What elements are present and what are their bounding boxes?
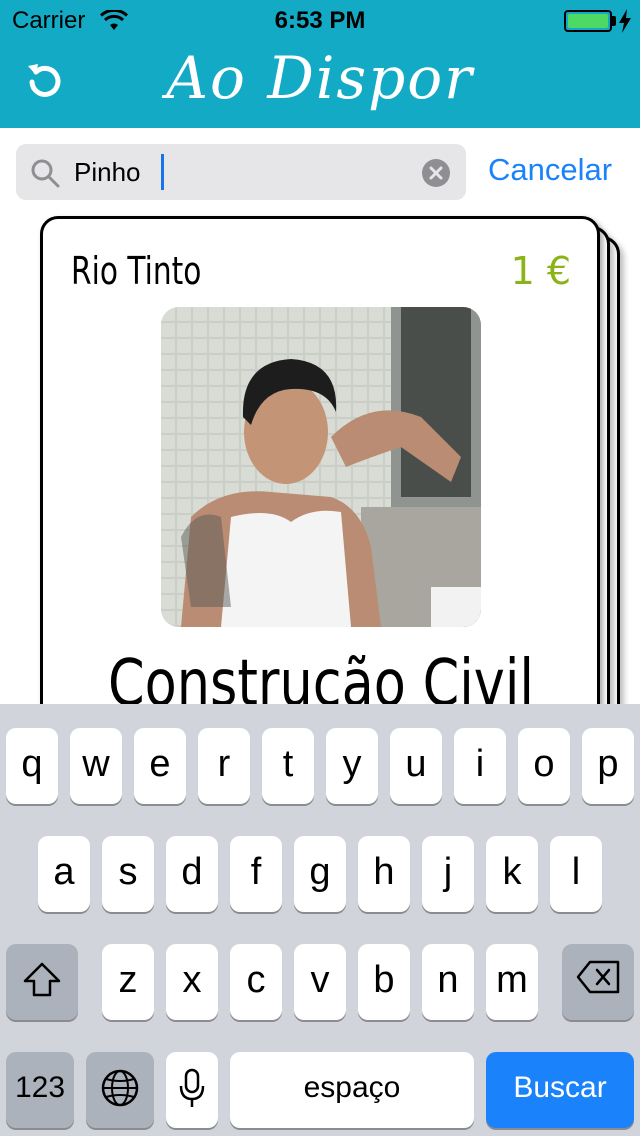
key-v[interactable]: v (294, 944, 346, 1020)
nav-bar: Ao Dispor (0, 40, 640, 128)
key-z[interactable]: z (102, 944, 154, 1020)
key-x[interactable]: x (166, 944, 218, 1020)
key-r[interactable]: r (198, 728, 250, 804)
shift-icon (23, 962, 61, 997)
key-u[interactable]: u (390, 728, 442, 804)
space-key[interactable]: espaço (230, 1052, 474, 1128)
key-d[interactable]: d (166, 836, 218, 912)
numbers-key[interactable]: 123 (6, 1052, 74, 1128)
status-bar: Carrier 6:53 PM (0, 0, 640, 40)
key-c[interactable]: c (230, 944, 282, 1020)
card-price: 1 € (510, 249, 571, 293)
charging-bolt-icon (619, 9, 631, 33)
dictation-key[interactable] (166, 1052, 218, 1128)
key-a[interactable]: a (38, 836, 90, 912)
delete-key[interactable] (562, 944, 634, 1020)
key-h[interactable]: h (358, 836, 410, 912)
key-s[interactable]: s (102, 836, 154, 912)
card-location: Rio Tinto (71, 249, 202, 293)
search-field[interactable] (16, 144, 466, 200)
battery-level (568, 14, 608, 28)
search-icon (31, 159, 60, 188)
text-cursor (161, 154, 164, 190)
key-m[interactable]: m (486, 944, 538, 1020)
battery-icon (564, 10, 612, 32)
search-return-key[interactable]: Buscar (486, 1052, 634, 1128)
globe-key[interactable] (86, 1052, 154, 1128)
key-k[interactable]: k (486, 836, 538, 912)
key-p[interactable]: p (582, 728, 634, 804)
search-input[interactable] (74, 155, 414, 189)
key-y[interactable]: y (326, 728, 378, 804)
key-f[interactable]: f (230, 836, 282, 912)
key-o[interactable]: o (518, 728, 570, 804)
battery-tip (612, 16, 616, 26)
cancel-button[interactable]: Cancelar (488, 152, 612, 188)
clear-icon[interactable] (422, 159, 450, 187)
key-g[interactable]: g (294, 836, 346, 912)
status-time: 6:53 PM (274, 7, 366, 34)
key-j[interactable]: j (422, 836, 474, 912)
globe-icon (101, 1069, 139, 1107)
keyboard: qwertyuiop asdfghjkl zxcvbnm 123 espaço (0, 704, 640, 1136)
key-n[interactable]: n (422, 944, 474, 1020)
key-w[interactable]: w (70, 728, 122, 804)
app-title: Ao Dispor (166, 44, 474, 112)
search-bar: Cancelar (0, 128, 640, 214)
key-e[interactable]: e (134, 728, 186, 804)
microphone-icon (179, 1068, 205, 1107)
key-i[interactable]: i (454, 728, 506, 804)
key-q[interactable]: q (6, 728, 58, 804)
shift-key[interactable] (6, 944, 78, 1020)
backspace-icon (576, 960, 620, 994)
key-b[interactable]: b (358, 944, 410, 1020)
key-t[interactable]: t (262, 728, 314, 804)
profile-photo (161, 307, 481, 627)
key-l[interactable]: l (550, 836, 602, 912)
